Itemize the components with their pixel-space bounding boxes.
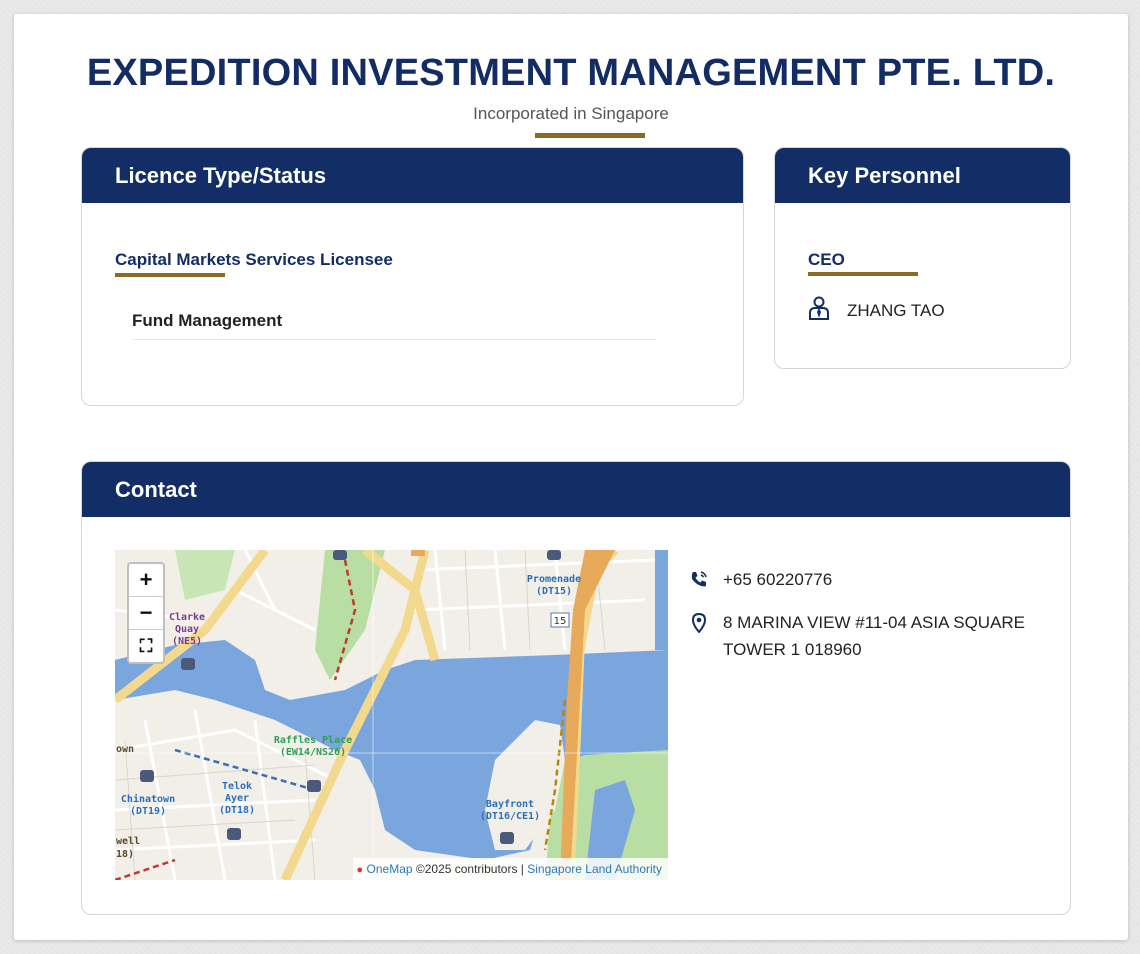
map-label-bayfront: Bayfront (DT16/CE1)	[479, 799, 541, 822]
map-label-clarke-quay: Clarke Quay (NE5)	[168, 612, 206, 647]
person-icon	[808, 296, 830, 325]
map-zoom-controls: + − ⛶	[127, 562, 165, 664]
onemap-logo-icon: ●	[356, 864, 364, 876]
map-label-town: own	[115, 744, 135, 755]
phone-row: +65 60220776	[690, 566, 1053, 593]
personnel-role-divider	[808, 272, 918, 276]
personnel-role-label: CEO	[808, 250, 845, 269]
zoom-in-button[interactable]: +	[129, 564, 163, 597]
personnel-card: Key Personnel CEO ZHANG TAO	[774, 147, 1071, 369]
map-label-telok-ayer: Telok Ayer (DT18)	[218, 781, 256, 816]
licence-activity: Fund Management	[132, 311, 656, 340]
map-label-chinatown: Chinatown (DT19)	[120, 794, 176, 817]
licence-card-header: Licence Type/Status	[82, 148, 743, 203]
road-marker: 15	[554, 616, 567, 627]
person-row: ZHANG TAO	[808, 296, 945, 325]
location-pin-icon	[690, 612, 708, 638]
zoom-out-button[interactable]: −	[129, 597, 163, 630]
map-label-raffles-place: Raffles Place (EW14/NS26)	[273, 735, 353, 758]
title-divider	[535, 133, 645, 138]
map-label-well: well	[115, 836, 141, 847]
sla-link[interactable]: Singapore Land Authority	[527, 862, 662, 876]
page-container: EXPEDITION INVESTMENT MANAGEMENT PTE. LT…	[14, 14, 1128, 940]
map-label-promenade: Promenade (DT15)	[526, 574, 582, 597]
contact-card-header: Contact	[82, 462, 1070, 517]
licence-card: Licence Type/Status Capital Markets Serv…	[81, 147, 744, 406]
licence-type-label: Capital Markets Services Licensee	[115, 250, 393, 269]
map-tiles: 15	[115, 550, 668, 880]
map-attribution: ● OneMap ©2025 contributors | Singapore …	[352, 858, 668, 880]
company-name: EXPEDITION INVESTMENT MANAGEMENT PTE. LT…	[86, 52, 1056, 94]
attribution-text: ©2025 contributors |	[412, 862, 528, 876]
address-text: 8 MARINA VIEW #11-04 ASIA SQUARE TOWER 1…	[723, 613, 1026, 659]
onemap-link[interactable]: OneMap	[367, 862, 413, 876]
contact-card: Contact 15 Clarke Quay (NE5) Promenade (…	[81, 461, 1071, 915]
map-label-eighteen: 18)	[115, 849, 135, 860]
incorporation-text: Incorporated in Singapore	[473, 104, 669, 123]
address-row: 8 MARINA VIEW #11-04 ASIA SQUARE TOWER 1…	[690, 609, 1053, 663]
personnel-card-header: Key Personnel	[775, 148, 1070, 203]
phone-number: +65 60220776	[723, 570, 833, 589]
person-name: ZHANG TAO	[847, 300, 945, 320]
location-map[interactable]: 15 Clarke Quay (NE5) Promenade (DT15) Ra…	[115, 550, 668, 880]
fullscreen-button[interactable]: ⛶	[129, 630, 163, 662]
licence-type-divider	[115, 273, 225, 277]
phone-icon	[690, 570, 708, 593]
